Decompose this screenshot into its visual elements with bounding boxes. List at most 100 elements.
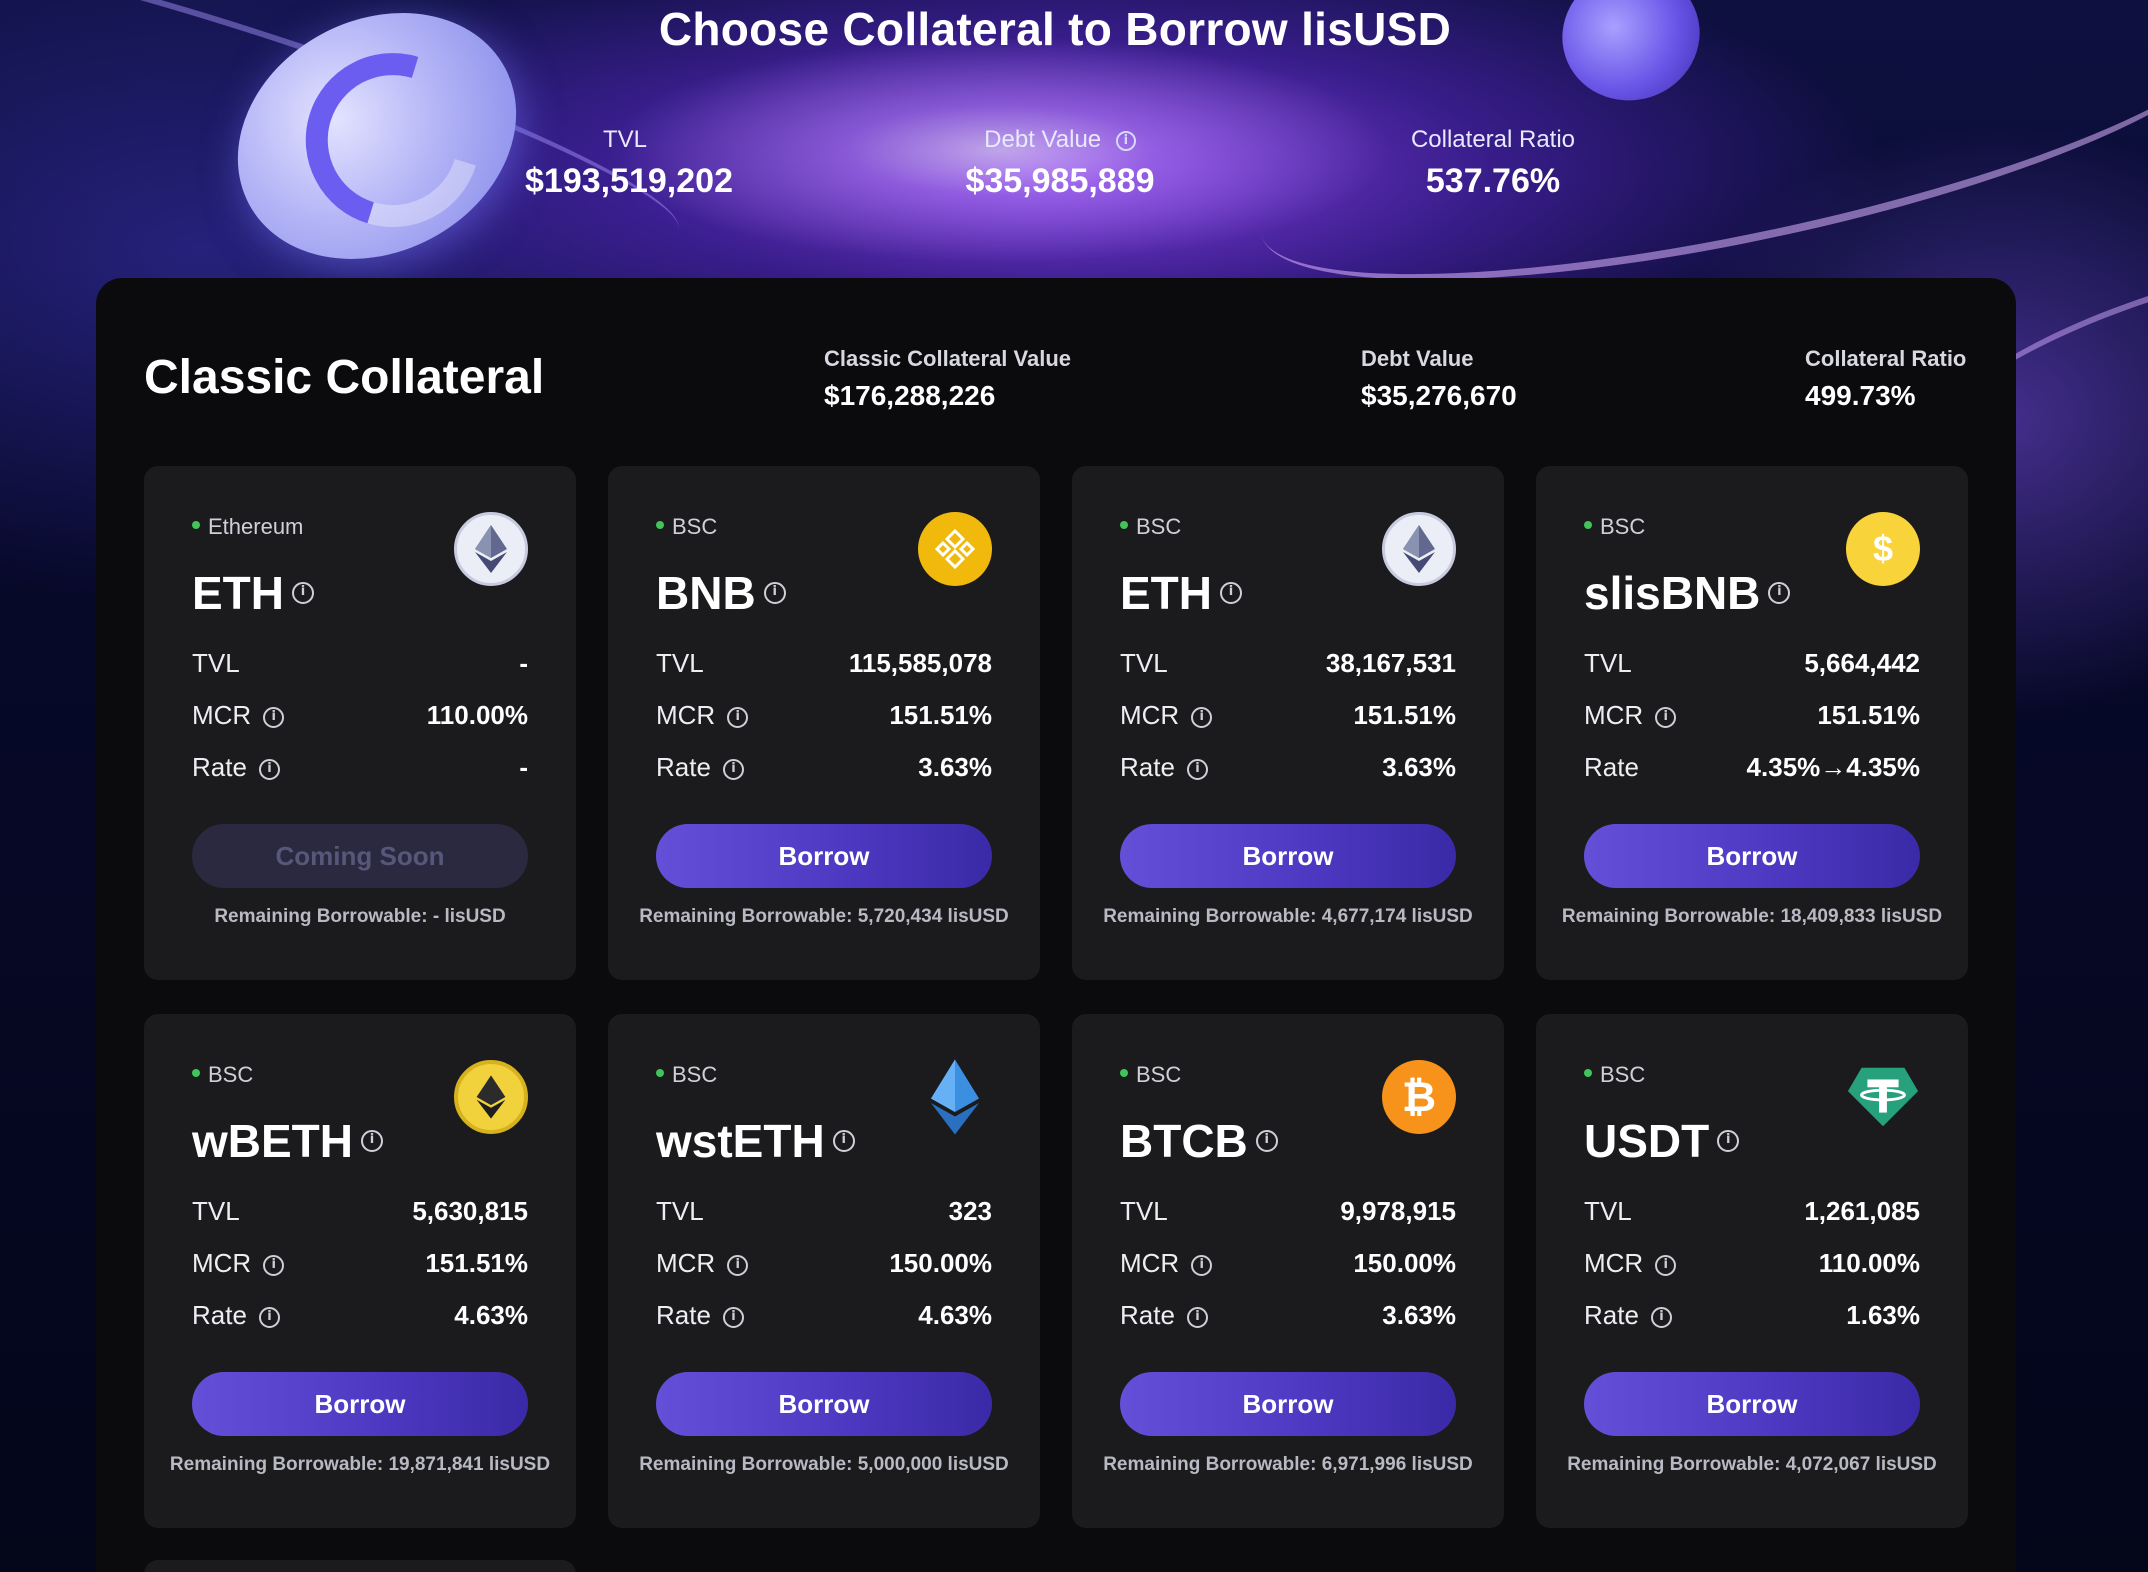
tvl-value: 9,978,915 [1340, 1196, 1456, 1226]
tvl-row: TVL 1,261,085 [1584, 1196, 1920, 1227]
borrow-button[interactable]: Borrow [656, 1372, 992, 1436]
mcr-label-text: MCR [1120, 1248, 1180, 1278]
rate-label: Rate i [656, 1300, 744, 1331]
rate-row: Rate i - [192, 752, 528, 783]
rate-value: 4.35%→4.35% [1746, 752, 1920, 782]
chain-status-dot [1584, 1069, 1592, 1078]
wsteth-icon [918, 1059, 992, 1135]
info-icon[interactable]: i [1717, 1129, 1740, 1152]
top-stat-label: Debt Value [984, 126, 1102, 153]
mcr-value: 151.51% [425, 1248, 528, 1278]
info-icon[interactable]: i [1191, 1254, 1213, 1276]
wbeth-icon [454, 1060, 528, 1134]
remaining-borrowable: Remaining Borrowable: 5,720,434 lisUSD [639, 906, 1009, 927]
top-stat-label: TVL [602, 126, 647, 153]
borrow-button[interactable]: Borrow [1120, 1372, 1456, 1436]
info-icon[interactable]: i [727, 1254, 749, 1276]
borrow-button[interactable]: Borrow [1584, 824, 1920, 888]
chain-status-dot [656, 521, 664, 530]
asset-name: ETH i [192, 566, 314, 620]
rate-label: Rate i [192, 752, 280, 783]
panel-title: Classic Collateral [144, 351, 545, 404]
collateral-card: BSC BNB i TVL 115,585,078 MCR i 151.51% Rate i 3.6… [608, 466, 1040, 980]
asset-symbol: wstETH [656, 1115, 825, 1167]
chain-status-dot [192, 1069, 200, 1078]
info-icon[interactable]: i [1768, 581, 1791, 604]
borrow-button[interactable]: Borrow [656, 824, 992, 888]
info-icon[interactable]: i [258, 1306, 280, 1328]
info-icon[interactable]: i [832, 1129, 855, 1152]
info-icon[interactable]: i [258, 758, 280, 780]
chain-name: Ethereum [208, 514, 304, 539]
rate-value: 3.63% [918, 752, 992, 782]
mcr-label-text: MCR [192, 1248, 252, 1278]
chain-name: BSC [1600, 514, 1646, 539]
borrow-button[interactable]: Borrow [192, 1372, 528, 1436]
rate-label-text: Rate [1120, 752, 1175, 782]
mcr-row: MCR i 151.51% [1584, 700, 1920, 731]
info-icon[interactable]: i [263, 1254, 285, 1276]
info-icon[interactable]: i [727, 706, 749, 728]
chain-label: BSC [1120, 1062, 1181, 1088]
remaining-borrowable: Remaining Borrowable: 5,000,000 lisUSD [639, 1454, 1009, 1475]
info-icon[interactable]: i [292, 581, 314, 604]
rate-label-text: Rate [192, 752, 247, 782]
rate-value: - [519, 752, 528, 782]
borrow-button[interactable]: Borrow [1584, 1372, 1920, 1436]
panel-stat-value: 499.73% [1805, 380, 1916, 411]
chain-label: Ethereum [192, 514, 303, 540]
info-icon[interactable]: i [1186, 758, 1208, 780]
asset-symbol: wBETH [192, 1115, 353, 1167]
info-icon[interactable]: i [1650, 1306, 1672, 1328]
mcr-label-text: MCR [192, 700, 252, 730]
info-icon[interactable]: i [722, 1306, 744, 1328]
chain-name: BSC [672, 1062, 718, 1087]
rate-label-text: Rate [1584, 752, 1639, 782]
panel-stat-value: $176,288,226 [824, 380, 996, 411]
rate-label-text: Rate [1584, 1300, 1639, 1330]
chain-label: BSC [192, 1062, 253, 1088]
tvl-label: TVL [192, 648, 240, 678]
tvl-value: 323 [948, 1196, 992, 1226]
asset-symbol: BNB [656, 567, 756, 619]
mcr-value: 150.00% [889, 1248, 992, 1278]
rate-label-text: Rate [656, 752, 711, 782]
tvl-value: 115,585,078 [848, 648, 992, 678]
logo-glyph: $ [1872, 528, 1894, 569]
asset-name: slisBNB i [1584, 566, 1791, 620]
chain-name: BSC [1600, 1062, 1646, 1087]
mcr-row: MCR i 151.51% [192, 1248, 528, 1279]
tvl-value: 5,664,442 [1804, 648, 1920, 678]
chain-label: BSC [656, 1062, 717, 1088]
mcr-row: MCR i 110.00% [192, 700, 528, 731]
rate-label-text: Rate [1120, 1300, 1175, 1330]
info-icon[interactable]: i [763, 581, 786, 604]
info-icon[interactable]: i [1186, 1306, 1208, 1328]
info-icon[interactable]: i [263, 706, 285, 728]
mcr-value: 110.00% [426, 700, 528, 730]
remaining-borrowable: Remaining Borrowable: - lisUSD [214, 906, 506, 927]
info-icon[interactable]: i [1655, 1254, 1677, 1276]
borrow-button[interactable]: Borrow [1120, 824, 1456, 888]
info-icon[interactable]: i [1220, 581, 1242, 604]
classic-collateral-panel: Classic Collateral Classic Collateral Va… [96, 278, 2016, 1572]
mcr-label-text: MCR [1584, 700, 1644, 730]
mcr-label-text: MCR [1584, 1248, 1644, 1278]
top-stat-tvl: TVL $193,519,202 [525, 126, 733, 201]
collateral-card: BSC USDT i TVL 1,261,085 MCR i 110.00% Rate i 1.63… [1536, 1014, 1968, 1528]
tvl-label: TVL [656, 1196, 704, 1226]
mcr-value: 151.51% [889, 700, 992, 730]
info-icon[interactable]: i [361, 1129, 383, 1152]
mcr-label: MCR i [1120, 700, 1213, 731]
rate-value: 4.63% [918, 1300, 992, 1330]
info-icon[interactable]: i [1255, 1129, 1278, 1152]
ethereum-icon [1382, 512, 1456, 586]
info-icon[interactable]: i [722, 758, 744, 780]
info-icon[interactable]: i [1655, 706, 1677, 728]
rate-row: Rate i 1.63% [1584, 1300, 1920, 1331]
info-icon[interactable]: i [1191, 706, 1213, 728]
info-icon[interactable]: i [1115, 130, 1136, 151]
rate-label-text: Rate [656, 1300, 711, 1330]
rate-value: 3.63% [1382, 1300, 1456, 1330]
asset-name: USDT i [1584, 1114, 1740, 1168]
